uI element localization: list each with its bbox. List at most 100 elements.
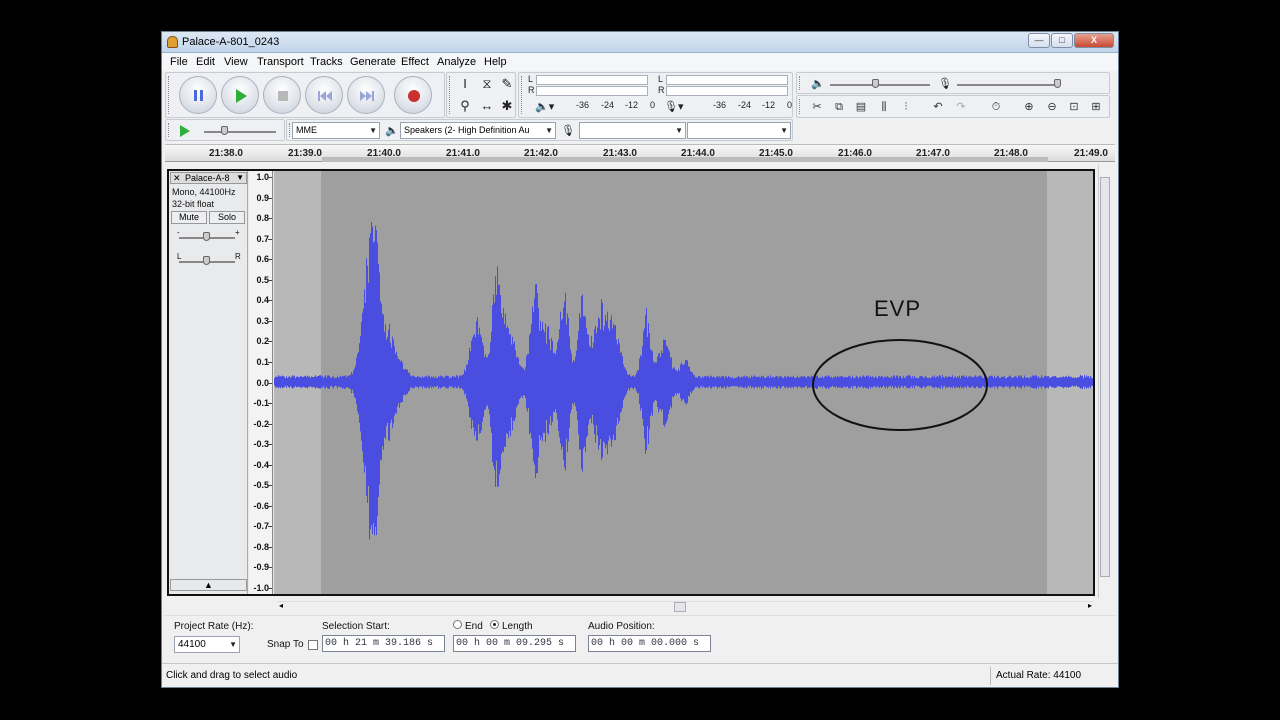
envelope-tool-icon[interactable]: ⧖	[477, 74, 497, 94]
toolbar-grip[interactable]	[799, 99, 802, 114]
solo-button[interactable]: Solo	[209, 211, 245, 224]
end-radio[interactable]	[453, 620, 462, 629]
close-button[interactable]: X	[1074, 33, 1114, 48]
cut-icon[interactable]: ✂	[807, 98, 827, 116]
play-button[interactable]	[221, 76, 259, 114]
selection-length-value: 00 h 00 m 09.295 s	[456, 638, 565, 649]
record-meter-left[interactable]	[666, 75, 788, 85]
menu-file[interactable]: File	[170, 56, 188, 68]
toolbar-grip[interactable]	[449, 76, 452, 114]
menu-view[interactable]: View	[224, 56, 248, 68]
close-icon[interactable]: ✕	[173, 173, 181, 183]
timeshift-tool-icon[interactable]: ↔	[477, 96, 497, 116]
actual-rate: Actual Rate: 44100	[996, 670, 1082, 681]
snap-to-checkbox[interactable]	[308, 640, 318, 650]
menu-analyze[interactable]: Analyze	[437, 56, 476, 68]
toolbar-grip[interactable]	[521, 76, 524, 114]
amplitude-tick-mark	[268, 423, 272, 425]
silence-icon[interactable]: ⫶	[896, 98, 916, 116]
menu-tracks[interactable]: Tracks	[310, 56, 343, 68]
skip-end-icon	[360, 91, 374, 101]
playback-meter-right[interactable]	[536, 86, 648, 96]
record-meter-right[interactable]	[666, 86, 788, 96]
toolbar-grip[interactable]	[799, 76, 802, 90]
selection-length-field[interactable]: 00 h 00 m 09.295 s	[453, 635, 576, 652]
vertical-scrollbar[interactable]	[1098, 165, 1111, 598]
project-rate-label: Project Rate (Hz):	[174, 621, 254, 632]
fit-selection-icon[interactable]: ⊡	[1064, 98, 1084, 116]
sync-lock-icon[interactable]: ⏱	[986, 98, 1006, 116]
waveform[interactable]	[274, 171, 1093, 594]
undo-icon[interactable]: ↶	[928, 98, 948, 116]
meter-db-label: -36	[713, 100, 727, 110]
output-volume-thumb[interactable]	[872, 79, 879, 88]
maximize-button[interactable]: □	[1051, 33, 1073, 48]
scroll-right-icon[interactable]: ▸	[1088, 601, 1092, 610]
redo-icon[interactable]: ↷	[951, 98, 971, 116]
length-radio[interactable]	[490, 620, 499, 629]
collapse-track-button[interactable]: ▲	[170, 579, 247, 591]
toolbar-grip[interactable]	[168, 76, 171, 114]
play-at-speed-icon[interactable]	[178, 124, 192, 138]
selection-tool-icon[interactable]: I	[455, 74, 475, 94]
input-device-select[interactable]: ▼	[579, 122, 686, 139]
playback-meter-l: L	[528, 74, 534, 84]
scroll-left-icon[interactable]: ◂	[279, 601, 283, 610]
paste-icon[interactable]: ▤	[851, 98, 871, 116]
stop-button[interactable]	[263, 76, 301, 114]
amplitude-tick-mark	[268, 403, 272, 405]
window-title: Palace-A-801_0243	[182, 36, 280, 48]
track-name-menu[interactable]: ✕ Palace-A-8 ▼	[170, 172, 247, 184]
meter-toolbar: L R L R 🔈▾ -36 -24 -12 0 🎙▾ -36 -24 -12 …	[518, 72, 793, 118]
toolbar-grip[interactable]	[168, 123, 171, 137]
pause-button[interactable]	[179, 76, 217, 114]
input-volume-slider[interactable]	[957, 84, 1057, 86]
multi-tool-icon[interactable]: ✱	[497, 96, 517, 116]
amplitude-tick-mark	[268, 197, 272, 199]
trim-icon[interactable]: ⫼	[874, 98, 894, 116]
horizontal-scrollbar[interactable]: ◂ ▸	[277, 601, 1094, 612]
audio-position-field[interactable]: 00 h 00 m 00.000 s	[588, 635, 711, 652]
speed-thumb[interactable]	[221, 126, 228, 135]
meter-db-label: -12	[762, 100, 776, 110]
zoom-out-icon[interactable]: ⊖	[1042, 98, 1062, 116]
menu-edit[interactable]: Edit	[196, 56, 215, 68]
draw-tool-icon[interactable]: ✎	[497, 74, 517, 94]
gain-thumb[interactable]	[203, 232, 210, 241]
stop-icon	[278, 91, 288, 101]
amplitude-tick-mark	[268, 485, 272, 487]
fit-project-icon[interactable]: ⊞	[1086, 98, 1106, 116]
output-volume-slider[interactable]	[830, 84, 930, 86]
horizontal-scroll-thumb[interactable]	[674, 602, 686, 612]
vertical-scroll-thumb[interactable]	[1100, 177, 1110, 577]
pan-thumb[interactable]	[203, 256, 210, 265]
menu-effect[interactable]: Effect	[401, 56, 429, 68]
output-device-select[interactable]: Speakers (2- High Definition Au ▼	[400, 122, 556, 139]
selection-start-field[interactable]: 00 h 21 m 39.186 s	[322, 635, 445, 652]
title-bar[interactable]: Palace-A-801_0243 — □ X	[162, 32, 1118, 53]
menu-generate[interactable]: Generate	[350, 56, 396, 68]
timeline-tick: 21:46.0	[838, 148, 872, 159]
status-bar: Click and drag to select audio Actual Ra…	[162, 663, 1118, 687]
speaker-icon[interactable]: 🔈▾	[535, 100, 554, 113]
input-volume-thumb[interactable]	[1054, 79, 1061, 88]
microphone-icon[interactable]: 🎙▾	[664, 100, 684, 113]
mute-button[interactable]: Mute	[171, 211, 207, 224]
speed-slider[interactable]	[204, 131, 276, 133]
skip-end-button[interactable]	[347, 76, 385, 114]
input-channels-select[interactable]: ▼	[687, 122, 791, 139]
skip-start-button[interactable]	[305, 76, 343, 114]
menu-help[interactable]: Help	[484, 56, 507, 68]
timeline-ruler[interactable]: 21:38.0 21:39.0 21:40.0 21:41.0 21:42.0 …	[165, 144, 1115, 162]
timeline-tick: 21:45.0	[759, 148, 793, 159]
audio-host-select[interactable]: MME ▼	[292, 122, 380, 139]
menu-transport[interactable]: Transport	[257, 56, 304, 68]
amplitude-tick-mark	[268, 546, 272, 548]
zoom-tool-icon[interactable]: ⚲	[455, 96, 475, 116]
record-button[interactable]	[394, 76, 432, 114]
zoom-in-icon[interactable]: ⊕	[1019, 98, 1039, 116]
project-rate-select[interactable]: 44100 ▼	[174, 636, 240, 653]
copy-icon[interactable]: ⧉	[829, 98, 849, 116]
playback-meter-left[interactable]	[536, 75, 648, 85]
minimize-button[interactable]: —	[1028, 33, 1050, 48]
